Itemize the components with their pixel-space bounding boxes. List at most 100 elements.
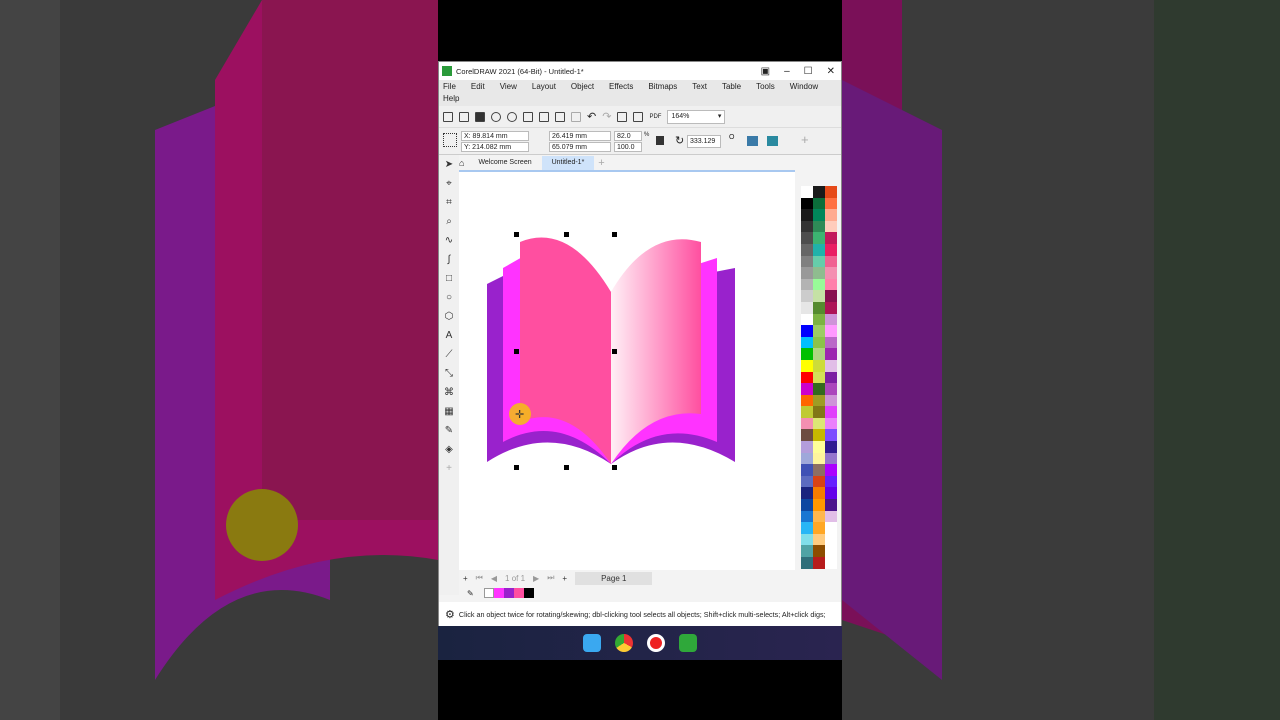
palette-swatch[interactable] <box>813 406 825 418</box>
palette-swatch[interactable] <box>825 278 837 291</box>
menu-object[interactable]: Object <box>571 81 594 93</box>
crop-tool-icon[interactable]: ⌗ <box>439 193 459 212</box>
menu-view[interactable]: View <box>500 81 517 93</box>
palette-swatch[interactable] <box>813 325 825 337</box>
palette-swatch[interactable] <box>813 557 825 569</box>
palette-swatch[interactable] <box>813 499 825 511</box>
palette-swatch[interactable] <box>825 220 837 233</box>
y-position-field[interactable]: Y: 214.082 mm <box>461 142 529 152</box>
palette-swatch[interactable] <box>801 209 813 221</box>
color-palette[interactable] <box>801 186 837 594</box>
palette-swatch[interactable] <box>825 359 837 372</box>
palette-swatch[interactable] <box>813 336 825 349</box>
maximize-button[interactable]: ☐ <box>804 66 813 77</box>
palette-swatch[interactable] <box>813 186 825 198</box>
palette-swatch[interactable] <box>825 429 837 442</box>
undo-icon[interactable]: ↶ <box>587 110 596 123</box>
polygon-tool-icon[interactable]: ⬡ <box>439 307 459 326</box>
page-tab[interactable]: Page 1 <box>575 571 653 585</box>
height-field[interactable]: 65.079 mm <box>549 142 611 152</box>
cloud-download-icon[interactable] <box>507 111 517 122</box>
paste-icon[interactable] <box>571 111 581 122</box>
eyedropper-tool-icon[interactable]: ✎ <box>439 421 459 440</box>
palette-swatch[interactable] <box>813 545 825 557</box>
x-position-field[interactable]: X: 89.814 mm <box>461 131 529 141</box>
palette-swatch[interactable] <box>801 441 813 453</box>
palette-swatch[interactable] <box>813 209 825 221</box>
palette-swatch[interactable] <box>813 243 825 256</box>
palette-swatch[interactable] <box>813 464 825 476</box>
rotation-angle-field[interactable]: 333.129 <box>687 135 721 148</box>
palette-swatch[interactable] <box>813 510 825 523</box>
artistic-media-icon[interactable]: ∫ <box>439 250 459 269</box>
palette-swatch[interactable] <box>825 313 837 326</box>
palette-swatch[interactable] <box>825 394 837 407</box>
palette-swatch[interactable] <box>813 232 825 244</box>
first-page-button[interactable]: ⏮ <box>476 573 483 583</box>
palette-swatch[interactable] <box>801 557 813 569</box>
add-tool-icon[interactable]: + <box>439 459 459 478</box>
palette-swatch[interactable] <box>801 475 813 488</box>
minimize-button[interactable]: – <box>784 66 790 77</box>
save-icon[interactable] <box>475 111 485 122</box>
palette-swatch[interactable] <box>801 522 813 534</box>
palette-swatch[interactable] <box>825 186 837 198</box>
palette-swatch[interactable] <box>825 383 837 395</box>
menu-table[interactable]: Table <box>722 81 741 93</box>
palette-swatch[interactable] <box>801 313 813 326</box>
palette-swatch[interactable] <box>801 359 813 372</box>
menu-file[interactable]: File <box>443 81 456 93</box>
export-icon[interactable] <box>633 111 644 122</box>
palette-swatch[interactable] <box>801 325 813 337</box>
menu-bitmaps[interactable]: Bitmaps <box>648 81 677 93</box>
palette-swatch[interactable] <box>801 278 813 291</box>
palette-swatch[interactable] <box>813 267 825 279</box>
menu-effects[interactable]: Effects <box>609 81 633 93</box>
scale-x-field[interactable]: 82.0 <box>614 131 642 141</box>
new-document-icon[interactable] <box>443 111 453 122</box>
open-book-drawing[interactable]: ✛ <box>459 172 795 572</box>
drawing-canvas[interactable]: ✛ <box>459 170 795 570</box>
doc-color-swatch[interactable] <box>523 588 534 598</box>
zoom-tool-icon[interactable]: ⌕ <box>439 212 459 231</box>
menu-text[interactable]: Text <box>692 81 707 93</box>
shape-tool-icon[interactable]: ⌖ <box>439 174 459 193</box>
palette-swatch[interactable] <box>801 348 813 360</box>
connector-tool-icon[interactable]: ⤡ <box>439 364 459 383</box>
menu-tools[interactable]: Tools <box>756 81 775 93</box>
cloud-upload-icon[interactable] <box>491 111 501 122</box>
palette-swatch[interactable] <box>801 336 813 349</box>
palette-swatch[interactable] <box>801 243 813 256</box>
palette-swatch[interactable] <box>813 301 825 314</box>
menu-layout[interactable]: Layout <box>532 81 556 93</box>
palette-swatch[interactable] <box>825 464 837 476</box>
copy-icon[interactable] <box>555 111 565 122</box>
palette-swatch[interactable] <box>801 394 813 407</box>
palette-swatch[interactable] <box>801 371 813 384</box>
palette-swatch[interactable] <box>825 487 837 500</box>
freehand-tool-icon[interactable]: ∿ <box>439 231 459 250</box>
palette-swatch[interactable] <box>825 533 837 546</box>
palette-swatch[interactable] <box>813 417 825 430</box>
transparency-tool-icon[interactable]: ▦ <box>439 402 459 421</box>
tab-untitled-1[interactable]: Untitled-1* <box>541 155 595 170</box>
palette-swatch[interactable] <box>801 510 813 523</box>
palette-swatch[interactable] <box>813 255 825 268</box>
doc-color-swatch[interactable] <box>503 588 514 598</box>
palette-swatch[interactable] <box>813 383 825 395</box>
palette-swatch[interactable] <box>825 452 837 465</box>
record-icon[interactable] <box>647 634 665 652</box>
palette-swatch[interactable] <box>801 464 813 476</box>
palette-swatch[interactable] <box>801 255 813 268</box>
mirror-vertical-icon[interactable] <box>767 136 778 146</box>
open-icon[interactable] <box>459 111 469 122</box>
palette-swatch[interactable] <box>813 487 825 500</box>
palette-swatch[interactable] <box>825 475 837 488</box>
profile-icon[interactable]: ▣ <box>761 66 770 77</box>
palette-swatch[interactable] <box>813 371 825 384</box>
new-tab-icon[interactable]: + <box>598 157 604 169</box>
width-field[interactable]: 26.419 mm <box>549 131 611 141</box>
palette-swatch[interactable] <box>825 348 837 360</box>
settings-gear-icon[interactable]: ⚙ <box>445 608 455 621</box>
palette-swatch[interactable] <box>813 359 825 372</box>
